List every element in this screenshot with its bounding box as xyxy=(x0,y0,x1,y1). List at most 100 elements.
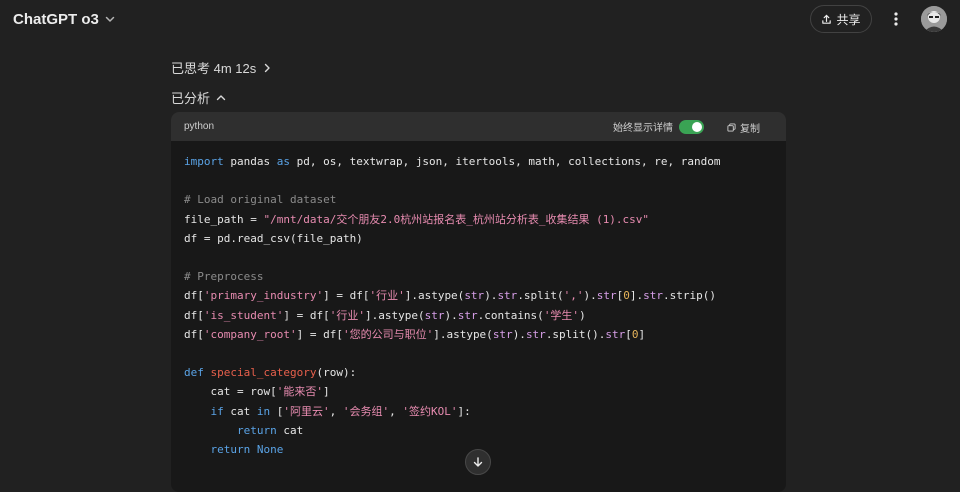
code-line: df['company_root'] = df['您的公司与职位'].astyp… xyxy=(184,325,720,344)
code-token: pandas xyxy=(223,155,277,168)
scroll-down-button[interactable] xyxy=(465,449,491,475)
code-token: as xyxy=(276,155,290,168)
code-token: str xyxy=(492,327,513,341)
avatar-image xyxy=(921,6,947,32)
code-token: str xyxy=(596,289,617,303)
code-token: '阿里云' xyxy=(283,404,330,418)
code-token: ]: xyxy=(457,404,471,418)
code-token: # Load original dataset xyxy=(184,193,337,207)
code-token: return xyxy=(210,443,251,457)
code-token: special_category xyxy=(210,366,317,380)
model-name: ChatGPT o3 xyxy=(13,10,99,28)
code-token: (row): xyxy=(316,366,357,380)
code-token: '签约KOL' xyxy=(402,404,458,418)
share-button[interactable]: 共享 xyxy=(810,5,872,33)
code-token: # Preprocess xyxy=(184,270,264,284)
code-token: .strip() xyxy=(663,289,717,303)
thinking-summary[interactable]: 已思考 4m 12s xyxy=(171,58,272,77)
code-token: ). xyxy=(444,308,458,322)
code-token: ] xyxy=(322,385,330,399)
code-token: ] xyxy=(638,327,646,341)
code-token: df[ xyxy=(184,289,204,303)
show-details-toggle[interactable] xyxy=(679,119,704,134)
upload-icon xyxy=(822,14,832,24)
user-avatar[interactable] xyxy=(921,6,947,32)
code-token: ). xyxy=(583,289,597,303)
code-token: '能来否' xyxy=(276,385,323,399)
code-token: ].astype( xyxy=(404,289,465,303)
code-line: df['primary_industry'] = df['行业'].astype… xyxy=(184,286,720,305)
code-line: cat = row['能来否'] xyxy=(184,382,720,401)
code-token: '会务组' xyxy=(342,404,390,418)
code-token: None xyxy=(256,443,284,457)
code-token: cat xyxy=(276,423,304,437)
code-token: .split(). xyxy=(545,327,606,341)
code-token: str xyxy=(643,289,664,303)
code-token: .split( xyxy=(517,289,564,303)
more-options-button[interactable] xyxy=(886,9,906,29)
chevron-up-icon xyxy=(216,94,226,100)
code-token: ',' xyxy=(563,289,584,303)
share-label: 共享 xyxy=(836,12,861,27)
code-line: df = pd.read_csv(file_path) xyxy=(184,229,720,248)
code-content: import pandas as pd, os, textwrap, json,… xyxy=(184,152,720,459)
chevron-right-icon xyxy=(265,63,270,72)
code-token: str xyxy=(457,308,478,322)
code-token: , xyxy=(329,404,343,418)
copy-icon xyxy=(727,123,736,132)
show-details-toggle-group: 始终显示详情 xyxy=(613,119,704,134)
code-line: file_path = "/mnt/data/交个朋友2.0杭州站报名表_杭州站… xyxy=(184,210,720,229)
code-token: df = pd.read_csv(file_path) xyxy=(184,231,363,245)
code-line: import pandas as pd, os, textwrap, json,… xyxy=(184,152,720,171)
code-token: cat = row[ xyxy=(184,385,277,399)
arrow-down-icon xyxy=(473,457,483,467)
code-token: '您的公司与职位' xyxy=(342,327,434,341)
code-token: import xyxy=(184,155,224,168)
code-token: cat xyxy=(223,404,257,418)
code-token: if xyxy=(210,404,224,418)
model-selector[interactable]: ChatGPT o3 xyxy=(13,9,116,29)
code-line: if cat in ['阿里云', '会务组', '签约KOL']: xyxy=(184,402,720,421)
code-token: df[ xyxy=(184,308,204,322)
code-token: , xyxy=(389,404,403,418)
code-line: return None xyxy=(184,440,720,459)
code-token: "/mnt/data/交个朋友2.0杭州站报名表_杭州站分析表_收集结果 (1)… xyxy=(263,212,650,226)
code-token: '行业' xyxy=(369,289,405,303)
code-token: ) xyxy=(579,308,586,322)
code-token: str xyxy=(464,289,485,303)
code-line: # Load original dataset xyxy=(184,190,720,209)
code-token: pd, os, textwrap, json, itertools, math,… xyxy=(289,155,721,168)
code-token: ] = df[ xyxy=(283,308,330,322)
code-token: file_path = xyxy=(184,212,264,226)
chevron-down-icon xyxy=(105,16,115,22)
code-token: str xyxy=(424,308,445,322)
code-token: [ xyxy=(625,327,632,341)
code-token: ). xyxy=(484,289,498,303)
copy-label: 复制 xyxy=(740,124,760,135)
code-token: 'is_student' xyxy=(203,308,284,322)
code-language: python xyxy=(184,121,215,132)
code-token: in xyxy=(256,404,271,418)
code-token: 'company_root' xyxy=(203,327,297,341)
code-line: df['is_student'] = df['行业'].astype(str).… xyxy=(184,306,720,325)
code-token: ). xyxy=(512,327,526,341)
analysis-toggle[interactable]: 已分析 xyxy=(171,88,226,107)
code-token: str xyxy=(497,289,518,303)
copy-code-button[interactable]: 复制 xyxy=(727,120,760,135)
code-line: def special_category(row): xyxy=(184,363,720,382)
more-vertical-icon xyxy=(894,12,898,26)
code-token: '行业' xyxy=(329,308,365,322)
code-token: def xyxy=(184,366,204,380)
thinking-label: 已思考 4m 12s xyxy=(171,61,257,76)
code-token: [ xyxy=(270,404,284,418)
code-token: str xyxy=(605,327,626,341)
code-token: ].astype( xyxy=(364,308,425,322)
code-line: # Preprocess xyxy=(184,267,720,286)
code-token: 'primary_industry' xyxy=(203,289,324,303)
